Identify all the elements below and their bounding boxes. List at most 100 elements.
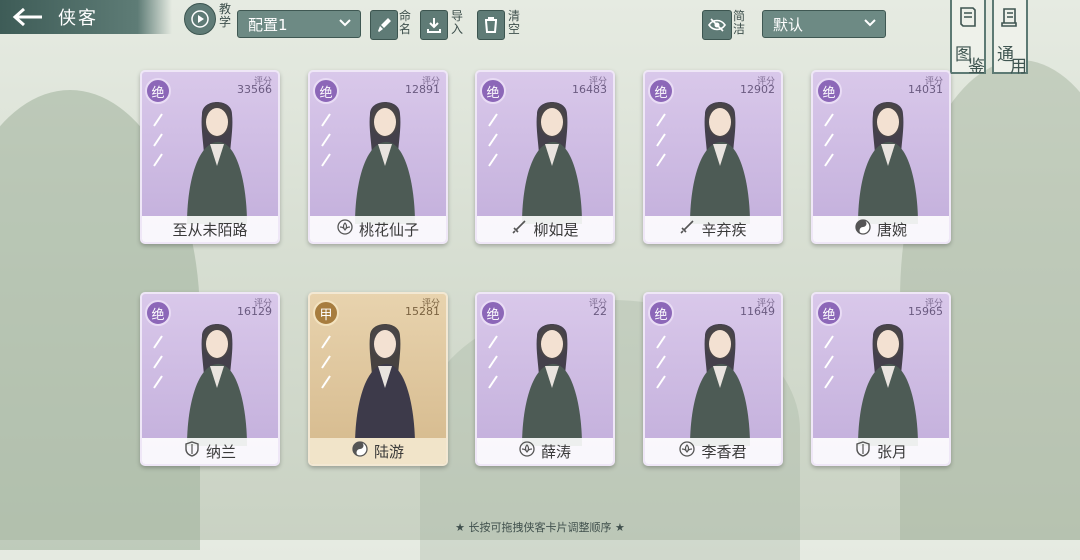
hero-card[interactable]: 绝 评分 12891 桃花仙子 xyxy=(308,70,448,244)
page-title: 侠客 xyxy=(58,8,98,29)
preset-select[interactable]: 配置1 xyxy=(237,10,361,38)
hero-card[interactable]: 绝 评分 16483 柳如是 xyxy=(475,70,615,244)
rename-label: 命名 xyxy=(398,9,411,36)
chevron-down-icon xyxy=(864,19,876,27)
hero-portrait xyxy=(858,324,918,446)
eye-slash-icon xyxy=(708,18,726,32)
taiji-icon xyxy=(352,441,368,461)
hero-name-band: 陆游 xyxy=(310,438,446,464)
shield-icon xyxy=(855,441,871,461)
hero-card[interactable]: 绝 评分 22 薛涛 xyxy=(475,292,615,466)
top-bar: 侠客 教学 配置1 命名 导入 清空 简洁 默认 图 鉴 通 用 xyxy=(0,0,1080,77)
hero-portrait xyxy=(187,102,247,224)
hero-card[interactable]: 绝 评分 12902 辛弃疾 xyxy=(643,70,783,244)
drag-hint: ★ 长按可拖拽侠客卡片调整顺序 ★ xyxy=(455,521,625,534)
hero-name-band: 李香君 xyxy=(645,438,781,464)
general-label-2: 用 xyxy=(1010,57,1027,77)
general-button[interactable]: 通 用 xyxy=(992,0,1028,77)
hero-portrait xyxy=(858,102,918,224)
sword-rank-icon xyxy=(656,335,666,389)
codex-label-2: 鉴 xyxy=(968,57,985,77)
book-icon xyxy=(960,7,976,27)
rename-button[interactable] xyxy=(370,10,398,40)
preset-value: 配置1 xyxy=(248,15,288,34)
sword-rank-icon xyxy=(656,113,666,167)
sort-value: 默认 xyxy=(773,15,804,34)
hero-name: 纳兰 xyxy=(205,442,236,461)
hero-name-band: 柳如是 xyxy=(477,216,613,242)
sword-rank-icon xyxy=(153,335,163,389)
rank-badge: 绝 xyxy=(145,78,171,104)
hero-name: 张月 xyxy=(876,442,907,461)
chevron-down-icon xyxy=(339,19,351,27)
hero-portrait xyxy=(690,102,750,224)
back-button[interactable]: 侠客 xyxy=(0,0,172,34)
hero-portrait xyxy=(522,102,582,224)
rank-badge: 甲 xyxy=(313,300,339,326)
sword-icon xyxy=(679,219,695,239)
hero-name: 唐婉 xyxy=(876,220,907,239)
tutorial-button[interactable] xyxy=(184,3,216,35)
sword-rank-icon xyxy=(824,335,834,389)
trash-icon xyxy=(485,17,497,33)
rank-badge: 绝 xyxy=(145,300,171,326)
hero-name: 辛弃疾 xyxy=(701,220,747,239)
clear-label: 清空 xyxy=(507,9,520,36)
import-button[interactable] xyxy=(420,10,448,40)
hero-name: 李香君 xyxy=(701,442,747,461)
sword-rank-icon xyxy=(321,113,331,167)
sword-rank-icon xyxy=(321,335,331,389)
sword-rank-icon xyxy=(488,335,498,389)
hero-portrait xyxy=(522,324,582,446)
sword-rank-icon xyxy=(153,113,163,167)
taiji-icon xyxy=(855,219,871,239)
simple-toggle[interactable] xyxy=(702,10,732,40)
play-icon xyxy=(191,10,209,28)
rank-badge: 绝 xyxy=(816,78,842,104)
rank-badge: 绝 xyxy=(313,78,339,104)
hero-card[interactable]: 绝 评分 15965 张月 xyxy=(811,292,951,466)
hero-name: 至从未陌路 xyxy=(172,220,248,239)
arrow-left-icon xyxy=(12,7,42,27)
rank-badge: 绝 xyxy=(816,300,842,326)
sort-select[interactable]: 默认 xyxy=(762,10,886,38)
hero-name-band: 辛弃疾 xyxy=(645,216,781,242)
sword-icon xyxy=(511,219,527,239)
hero-name-band: 纳兰 xyxy=(142,438,278,464)
lotus-icon xyxy=(337,219,353,239)
rank-badge: 绝 xyxy=(648,300,674,326)
hero-card[interactable]: 甲 评分 15281 陆游 xyxy=(308,292,448,466)
scroll-icon xyxy=(1001,8,1017,27)
hero-portrait xyxy=(355,324,415,446)
hero-card[interactable]: 绝 评分 33566 至从未陌路 xyxy=(140,70,280,244)
hero-portrait xyxy=(355,102,415,224)
shield-icon xyxy=(184,441,200,461)
hero-name-band: 至从未陌路 xyxy=(142,216,278,242)
clear-button[interactable] xyxy=(477,10,505,40)
hero-portrait xyxy=(187,324,247,446)
rank-badge: 绝 xyxy=(480,300,506,326)
sword-rank-icon xyxy=(824,113,834,167)
hero-portrait xyxy=(690,324,750,446)
download-icon xyxy=(427,18,441,33)
hero-card[interactable]: 绝 评分 11649 李香君 xyxy=(643,292,783,466)
hero-name: 陆游 xyxy=(373,442,404,461)
hero-name-band: 桃花仙子 xyxy=(310,216,446,242)
tutorial-label: 教学 xyxy=(218,2,231,29)
hero-name: 薛涛 xyxy=(540,442,571,461)
sword-rank-icon xyxy=(488,113,498,167)
hero-name: 柳如是 xyxy=(533,220,579,239)
hero-card[interactable]: 绝 评分 16129 纳兰 xyxy=(140,292,280,466)
hero-name: 桃花仙子 xyxy=(358,220,419,239)
rank-badge: 绝 xyxy=(648,78,674,104)
hero-name-band: 薛涛 xyxy=(477,438,613,464)
hero-card[interactable]: 绝 评分 14031 唐婉 xyxy=(811,70,951,244)
brush-icon xyxy=(378,18,391,32)
hero-name-band: 唐婉 xyxy=(813,216,949,242)
simple-label: 简洁 xyxy=(732,9,745,36)
import-label: 导入 xyxy=(450,9,463,36)
codex-button[interactable]: 图 鉴 xyxy=(950,0,986,77)
rank-badge: 绝 xyxy=(480,78,506,104)
hero-name-band: 张月 xyxy=(813,438,949,464)
lotus-icon xyxy=(679,441,696,461)
